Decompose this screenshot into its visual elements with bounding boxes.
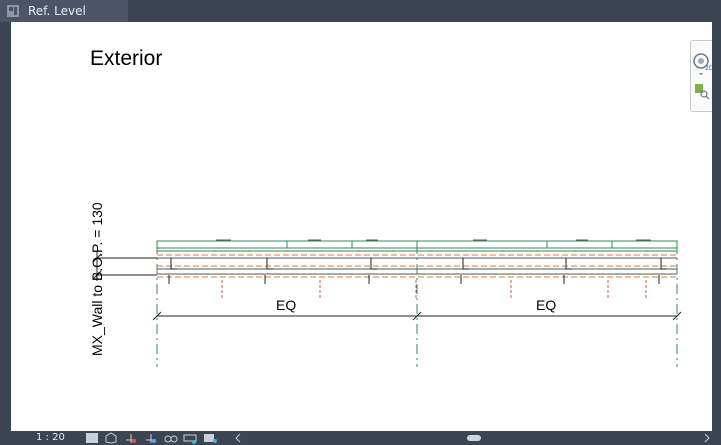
horizontal-scrollbar-thumb[interactable] (467, 435, 481, 441)
scroll-left-icon[interactable] (231, 432, 245, 444)
red-marks (221, 280, 647, 298)
view-tab-label: Ref. Level (28, 4, 86, 18)
view-control-bar: 1 : 20 (0, 431, 721, 445)
view-titlebar: Ref. Level (0, 0, 721, 22)
detail-level-icon[interactable] (85, 432, 99, 444)
temporary-hide-icon[interactable] (164, 432, 178, 444)
visual-style-icon[interactable] (104, 432, 118, 444)
frame-right (712, 22, 721, 431)
drawing-canvas[interactable]: Exterior EQ EQ MX_Wall to B.O.P. = 130 2… (11, 22, 712, 431)
eq-label-left: EQ (276, 297, 297, 313)
grid-lines (156, 244, 678, 367)
steering-wheel-icon[interactable]: 2D (691, 51, 712, 75)
floor-plan-view-icon (7, 5, 19, 17)
sun-path-icon[interactable] (124, 432, 138, 444)
svg-text:2D: 2D (705, 65, 712, 72)
zoom-icon[interactable] (691, 81, 712, 103)
view-tab[interactable]: Ref. Level (0, 0, 128, 22)
section-drawing (92, 239, 682, 367)
hangers (168, 258, 667, 284)
scroll-right-icon[interactable] (700, 432, 714, 444)
dimension-label: MX_Wall to B.O.P. = 130 (89, 202, 105, 356)
frame-left (0, 22, 11, 431)
crop-view-icon[interactable] (203, 432, 217, 444)
navigation-bar: 2D (690, 40, 712, 112)
reveal-hidden-icon[interactable] (183, 432, 197, 444)
eq-label-right: EQ (536, 297, 557, 313)
shadows-icon[interactable] (144, 432, 158, 444)
scale-label[interactable]: 1 : 20 (36, 432, 65, 443)
